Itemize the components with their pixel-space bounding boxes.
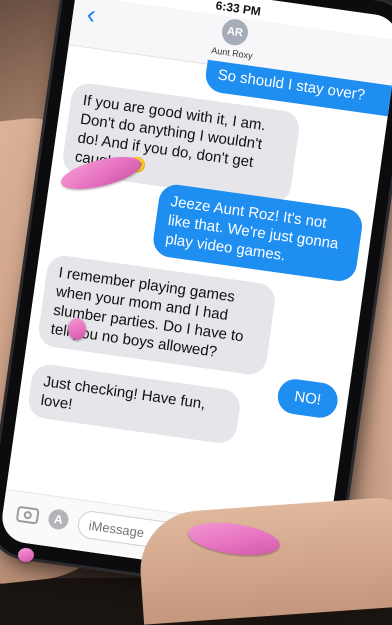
message-bubble-incoming: Just checking! Have fun, love!: [27, 363, 242, 446]
message-bubble-outgoing: NO!: [276, 377, 340, 420]
app-store-icon[interactable]: A: [47, 508, 70, 531]
fingernail: [68, 318, 86, 340]
chevron-left-icon[interactable]: ‹: [85, 1, 97, 28]
fingernail: [18, 548, 34, 562]
message-bubble-outgoing: Jeeze Aunt Roz! It's not like that. We'r…: [151, 182, 364, 283]
phone-screen: erizon 6:33 PM ‹ AR Aunt Roxy So should …: [0, 0, 392, 585]
camera-icon[interactable]: [16, 506, 40, 525]
message-bubble-incoming: I remember playing games when your mom a…: [37, 254, 278, 377]
message-thread: So should I stay over? If you are good w…: [6, 44, 391, 535]
avatar[interactable]: AR: [220, 18, 249, 47]
